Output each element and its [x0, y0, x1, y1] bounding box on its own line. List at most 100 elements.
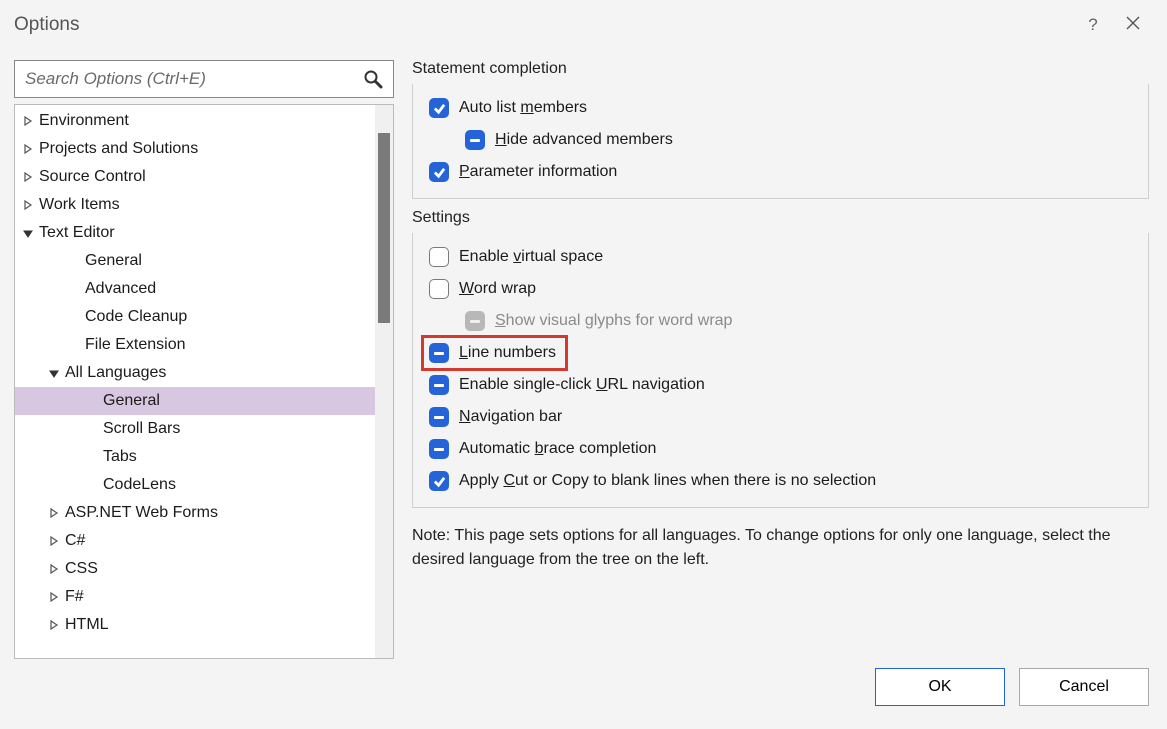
tree-item-label: CodeLens	[103, 476, 176, 494]
checkbox-unchecked-icon[interactable]	[429, 247, 449, 267]
option-blank-copy[interactable]: Apply Cut or Copy to blank lines when th…	[425, 465, 1136, 497]
help-button[interactable]: ?	[1073, 5, 1113, 45]
checkbox-indeterminate-icon[interactable]	[429, 407, 449, 427]
checkbox-indeterminate-icon[interactable]	[429, 439, 449, 459]
search-input[interactable]	[15, 69, 353, 89]
tree-item-text-editor[interactable]: Text Editor	[15, 219, 393, 247]
tree-item-asp-net-web-forms[interactable]: ASP.NET Web Forms	[15, 499, 393, 527]
option-brace[interactable]: Automatic brace completion	[425, 433, 1136, 465]
options-tree[interactable]: Environment Projects and Solutions Source …	[15, 105, 393, 658]
tree-item-general[interactable]: General	[15, 387, 393, 415]
expander-placeholder	[67, 254, 81, 268]
checkbox-unchecked-icon[interactable]	[429, 279, 449, 299]
chevron-right-icon[interactable]	[47, 534, 61, 548]
option-label: Navigation bar	[459, 408, 562, 426]
tree-item-advanced[interactable]: Advanced	[15, 275, 393, 303]
group-label-statement-completion: Statement completion	[412, 60, 1149, 78]
chevron-right-icon[interactable]	[47, 506, 61, 520]
chevron-right-icon[interactable]	[47, 618, 61, 632]
tree-item-code-cleanup[interactable]: Code Cleanup	[15, 303, 393, 331]
tree-item-label: Environment	[39, 112, 129, 130]
tree-item-scroll-bars[interactable]: Scroll Bars	[15, 415, 393, 443]
tree-item-css[interactable]: CSS	[15, 555, 393, 583]
note-text: Note: This page sets options for all lan…	[412, 518, 1149, 572]
tree-item-html[interactable]: HTML	[15, 611, 393, 639]
tree-item-codelens[interactable]: CodeLens	[15, 471, 393, 499]
tree-item-f-[interactable]: F#	[15, 583, 393, 611]
tree-item-projects-and-solutions[interactable]: Projects and Solutions	[15, 135, 393, 163]
option-label: Automatic brace completion	[459, 440, 656, 458]
checkbox-indeterminate-icon[interactable]	[429, 343, 449, 363]
tree-item-label: Scroll Bars	[103, 420, 180, 438]
checkbox-indeterminate-icon[interactable]	[465, 130, 485, 150]
tree-item-source-control[interactable]: Source Control	[15, 163, 393, 191]
expander-placeholder	[67, 282, 81, 296]
ok-button[interactable]: OK	[875, 668, 1005, 706]
dialog-title: Options	[14, 14, 79, 36]
checkbox-checked-icon[interactable]	[429, 98, 449, 118]
tree-item-label: C#	[65, 532, 85, 550]
option-label: Parameter information	[459, 163, 617, 181]
checkbox-checked-icon[interactable]	[429, 162, 449, 182]
tree-item-tabs[interactable]: Tabs	[15, 443, 393, 471]
tree-item-file-extension[interactable]: File Extension	[15, 331, 393, 359]
option-word-wrap[interactable]: Word wrap	[425, 273, 1136, 305]
option-param-info[interactable]: Parameter information	[425, 156, 1136, 188]
chevron-right-icon[interactable]	[21, 170, 35, 184]
option-label: Enable virtual space	[459, 248, 603, 266]
option-line-numbers[interactable]: Line numbers	[423, 337, 566, 369]
chevron-right-icon[interactable]	[21, 142, 35, 156]
option-label: Apply Cut or Copy to blank lines when th…	[459, 472, 876, 490]
tree-item-label: F#	[65, 588, 84, 606]
tree-item-label: Work Items	[39, 196, 120, 214]
chevron-right-icon[interactable]	[21, 198, 35, 212]
group-settings: Enable virtual space Word wrap Show visual…	[412, 233, 1149, 508]
chevron-right-icon[interactable]	[47, 562, 61, 576]
chevron-right-icon[interactable]	[47, 590, 61, 604]
option-label: Hide advanced members	[495, 131, 673, 149]
expander-placeholder	[85, 422, 99, 436]
tree-item-all-languages[interactable]: All Languages	[15, 359, 393, 387]
tree-item-label: CSS	[65, 560, 98, 578]
expander-placeholder	[67, 338, 81, 352]
tree-item-label: ASP.NET Web Forms	[65, 504, 218, 522]
tree-scrollbar-thumb[interactable]	[378, 133, 390, 323]
checkbox-checked-icon[interactable]	[429, 471, 449, 491]
dialog-footer: OK Cancel	[0, 659, 1167, 729]
option-label: Line numbers	[459, 344, 556, 362]
option-hide-adv[interactable]: Hide advanced members	[425, 124, 1136, 156]
tree-item-label: HTML	[65, 616, 109, 634]
checkbox-disabled-icon	[465, 311, 485, 331]
option-label: Show visual glyphs for word wrap	[495, 312, 732, 330]
option-label: Enable single-click URL navigation	[459, 376, 705, 394]
expander-placeholder	[85, 394, 99, 408]
search-box[interactable]	[14, 60, 394, 98]
tree-scrollbar[interactable]	[375, 105, 393, 658]
tree-item-label: File Extension	[85, 336, 186, 354]
checkbox-indeterminate-icon[interactable]	[429, 375, 449, 395]
tree-item-work-items[interactable]: Work Items	[15, 191, 393, 219]
cancel-button[interactable]: Cancel	[1019, 668, 1149, 706]
chevron-right-icon[interactable]	[21, 114, 35, 128]
tree-item-label: Projects and Solutions	[39, 140, 198, 158]
expander-placeholder	[67, 310, 81, 324]
search-icon	[353, 69, 393, 89]
option-virtual-space[interactable]: Enable virtual space	[425, 241, 1136, 273]
tree-item-label: All Languages	[65, 364, 166, 382]
tree-item-label: General	[85, 252, 142, 270]
close-button[interactable]	[1113, 5, 1153, 45]
tree-item-label: Text Editor	[39, 224, 115, 242]
option-nav-bar[interactable]: Navigation bar	[425, 401, 1136, 433]
chevron-down-icon[interactable]	[21, 226, 35, 240]
expander-placeholder	[85, 478, 99, 492]
option-auto-list[interactable]: Auto list members	[425, 92, 1136, 124]
chevron-down-icon[interactable]	[47, 366, 61, 380]
group-label-settings: Settings	[412, 209, 1149, 227]
tree-item-c-[interactable]: C#	[15, 527, 393, 555]
tree-item-general[interactable]: General	[15, 247, 393, 275]
tree-item-label: General	[103, 392, 160, 410]
tree-item-label: Code Cleanup	[85, 308, 187, 326]
expander-placeholder	[85, 450, 99, 464]
option-url-nav[interactable]: Enable single-click URL navigation	[425, 369, 1136, 401]
tree-item-environment[interactable]: Environment	[15, 107, 393, 135]
